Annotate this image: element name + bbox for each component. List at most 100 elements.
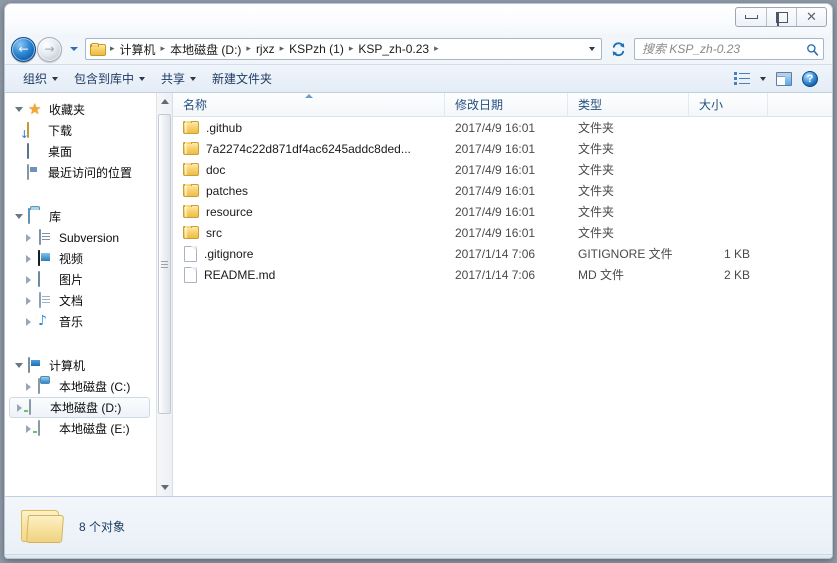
file-icon [184, 266, 197, 283]
sidebar-item-videos[interactable]: 视频 [5, 248, 156, 269]
twisty-collapsed-icon[interactable] [23, 254, 34, 263]
minimize-button[interactable] [736, 8, 766, 26]
sidebar-item-label: 下载 [48, 124, 73, 138]
twisty-expanded-icon[interactable] [13, 363, 24, 368]
table-row[interactable]: resource 2017/4/9 16:01 文件夹 [173, 201, 832, 222]
view-options-dropdown[interactable] [756, 74, 770, 84]
breadcrumb[interactable]: ▸ 计算机 ▸ 本地磁盘 (D:) ▸ rjxz ▸ KSPzh (1) ▸ K… [85, 38, 602, 60]
toolbar-include-in-library-button[interactable]: 包含到库中 [66, 66, 153, 91]
column-headers: 名称 修改日期 类型 大小 [173, 93, 832, 117]
file-name-cell[interactable]: 7a2274c22d871df4ac6245addc8ded... [173, 141, 445, 156]
sidebar-item-favorites[interactable]: ★ 收藏夹 [5, 99, 156, 120]
view-options-button[interactable] [730, 69, 754, 88]
column-header-date-modified[interactable]: 修改日期 [445, 93, 568, 116]
sidebar-item-subversion[interactable]: Subversion [5, 227, 156, 248]
sidebar-item-label: 本地磁盘 (D:) [50, 401, 122, 415]
twisty-collapsed-icon[interactable] [23, 317, 34, 326]
sidebar-item-downloads[interactable]: 下载 [5, 120, 156, 141]
list-view-icon [734, 72, 750, 85]
maximize-button[interactable] [766, 8, 796, 26]
toolbar-organize-button[interactable]: 组织 [15, 66, 66, 91]
table-row[interactable]: src 2017/4/9 16:01 文件夹 [173, 222, 832, 243]
folder-icon [183, 183, 199, 197]
help-icon: ? [802, 70, 818, 87]
close-button[interactable]: ✕ [796, 8, 826, 26]
sidebar-item-computer[interactable]: 计算机 [5, 355, 156, 376]
sidebar-item-label: 视频 [59, 252, 84, 266]
file-date-cell: 2017/4/9 16:01 [455, 120, 536, 135]
table-row[interactable]: .github 2017/4/9 16:01 文件夹 [173, 117, 832, 138]
help-button[interactable]: ? [798, 68, 822, 90]
folder-icon [183, 162, 199, 176]
toolbar-share-button[interactable]: 共享 [153, 66, 204, 91]
sidebar-item-label: 音乐 [59, 315, 84, 329]
scrollbar-thumb[interactable] [158, 114, 171, 414]
table-row[interactable]: patches 2017/4/9 16:01 文件夹 [173, 180, 832, 201]
refresh-button[interactable] [607, 38, 629, 60]
twisty-collapsed-icon[interactable] [23, 233, 34, 242]
scrollbar-track[interactable] [157, 110, 172, 479]
breadcrumb-dropdown-button[interactable] [584, 39, 600, 59]
folder-icon [183, 204, 199, 218]
breadcrumb-item-kspzh[interactable]: KSPzh (1) [286, 40, 347, 58]
file-name-cell[interactable]: patches [173, 183, 445, 198]
column-header-label: 名称 [183, 98, 208, 112]
sidebar-item-drive-d[interactable]: 本地磁盘 (D:) [9, 397, 150, 418]
sidebar-item-libraries[interactable]: 库 [5, 206, 156, 227]
file-name-cell[interactable]: .gitignore [173, 245, 445, 262]
sidebar-item-drive-e[interactable]: 本地磁盘 (E:) [5, 418, 156, 439]
table-row[interactable]: .gitignore 2017/1/14 7:06 GITIGNORE 文件 1… [173, 243, 832, 264]
forward-arrow-icon: → [44, 42, 55, 56]
file-date-cell: 2017/1/14 7:06 [455, 246, 536, 261]
forward-button[interactable]: → [37, 36, 62, 62]
documents-icon [38, 291, 55, 309]
chevron-down-icon [52, 76, 59, 81]
twisty-collapsed-icon[interactable] [23, 275, 34, 284]
column-header-name[interactable]: 名称 [173, 93, 445, 116]
search-box[interactable] [634, 38, 824, 60]
column-header-filler[interactable] [768, 93, 832, 116]
file-name-cell[interactable]: doc [173, 162, 445, 177]
file-name-cell[interactable]: README.md [173, 266, 445, 283]
sidebar-item-label: 本地磁盘 (C:) [59, 380, 131, 394]
file-name-label: .github [206, 120, 243, 135]
file-name-cell[interactable]: resource [173, 204, 445, 219]
twisty-expanded-icon[interactable] [13, 107, 24, 112]
toolbar-new-folder-button[interactable]: 新建文件夹 [204, 66, 280, 91]
file-name-cell[interactable]: .github [173, 120, 445, 135]
twisty-expanded-icon[interactable] [13, 214, 24, 219]
breadcrumb-item-computer[interactable]: 计算机 [117, 39, 159, 60]
sidebar-item-desktop[interactable]: 桌面 [5, 141, 156, 162]
toolbar-include-in-library-label: 包含到库中 [74, 72, 135, 86]
sidebar-item-drive-c[interactable]: 本地磁盘 (C:) [5, 376, 156, 397]
sidebar-item-pictures[interactable]: 图片 [5, 269, 156, 290]
breadcrumb-item-rjxz[interactable]: rjxz [253, 40, 278, 58]
breadcrumb-item-ksp-zh-023[interactable]: KSP_zh-0.23 [355, 40, 432, 58]
file-name-label: src [206, 225, 222, 240]
twisty-collapsed-icon[interactable] [23, 296, 34, 305]
file-size-cell: 1 KB [723, 246, 750, 261]
table-row[interactable]: 7a2274c22d871df4ac6245addc8ded... 2017/4… [173, 138, 832, 159]
chevron-down-icon [589, 47, 595, 51]
search-input[interactable] [642, 42, 806, 56]
scroll-up-button[interactable] [157, 93, 172, 110]
sidebar-item-label: 库 [49, 210, 62, 224]
file-name-cell[interactable]: src [173, 225, 445, 240]
search-icon [807, 43, 819, 56]
sidebar-item-music[interactable]: ♪ 音乐 [5, 311, 156, 332]
sidebar-item-recent-places[interactable]: 最近访问的位置 [5, 162, 156, 183]
column-header-type[interactable]: 类型 [568, 93, 689, 116]
navigation-pane-scrollbar[interactable] [156, 93, 172, 496]
pictures-icon [38, 270, 55, 288]
column-header-size[interactable]: 大小 [689, 93, 768, 116]
table-row[interactable]: doc 2017/4/9 16:01 文件夹 [173, 159, 832, 180]
history-dropdown-button[interactable] [67, 47, 80, 51]
sidebar-item-documents[interactable]: 文档 [5, 290, 156, 311]
twisty-collapsed-icon[interactable] [23, 382, 34, 391]
file-name-label: README.md [204, 267, 276, 282]
preview-pane-button[interactable] [772, 69, 796, 89]
scroll-down-button[interactable] [157, 479, 172, 496]
table-row[interactable]: README.md 2017/1/14 7:06 MD 文件 2 KB [173, 264, 832, 285]
back-button[interactable]: ← [11, 36, 36, 62]
breadcrumb-item-drive-d[interactable]: 本地磁盘 (D:) [167, 39, 244, 60]
